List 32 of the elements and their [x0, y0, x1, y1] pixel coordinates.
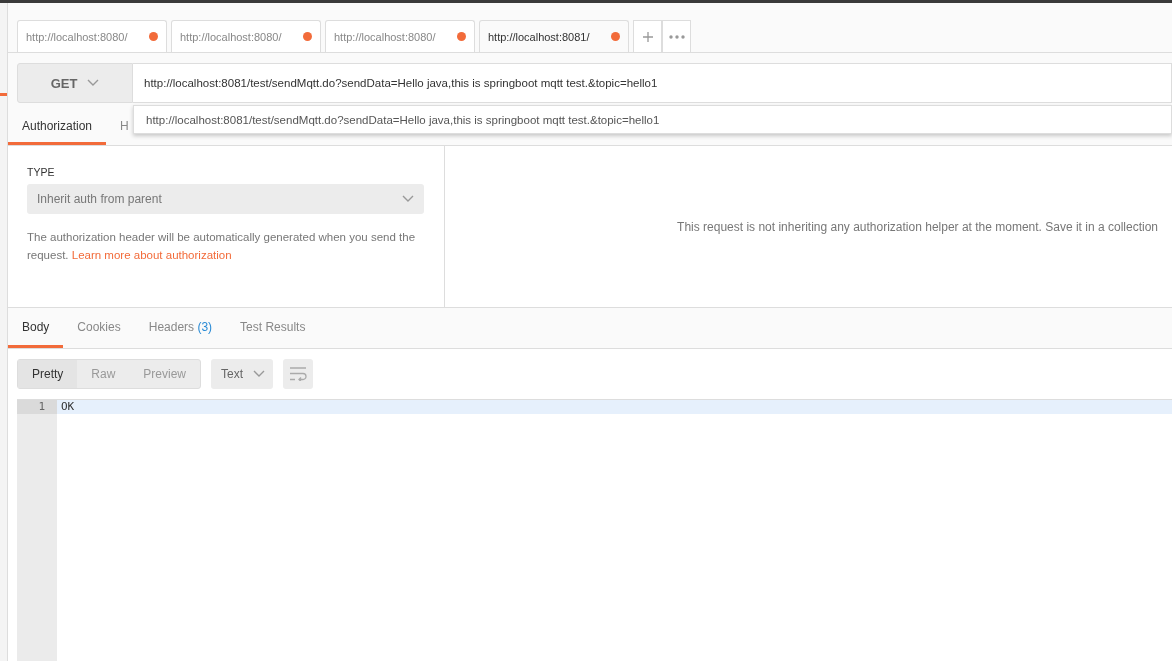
response-tab[interactable]: Test Results [226, 308, 320, 348]
suggestion-item[interactable]: http://localhost:8081/test/sendMqtt.do?sendData=Hello java,this is springboot mqtt test.&topic=hello1 [134, 106, 1171, 133]
request-tab[interactable]: http://localhost:8081/ [479, 20, 629, 52]
response-tab[interactable]: Cookies [63, 308, 135, 348]
request-tab[interactable]: http://localhost:8080/ [171, 20, 321, 52]
format-select[interactable]: Text [211, 359, 274, 389]
request-tab[interactable]: http://localhost:8080/ [17, 20, 167, 52]
auth-type-select[interactable]: Inherit auth from parent [27, 184, 424, 214]
auth-message: This request is not inheriting any authorization helper at the moment. Save it in a collection [677, 219, 1158, 234]
code-text: OK [60, 400, 75, 414]
more-tabs-button[interactable] [662, 20, 691, 52]
auth-help-text: The authorization header will be automatically generated when you send the request. Learn more about authorization [27, 230, 417, 263]
more-icon [668, 34, 685, 39]
response-tab[interactable]: Body [8, 308, 64, 348]
chevron-down-icon [253, 370, 266, 378]
method-select[interactable]: GET [17, 63, 133, 103]
url-field[interactable]: http://localhost:8081/test/sendMqtt.do?sendData=Hello java,this is springboot mqtt test.&topic=hello1 [133, 63, 1172, 103]
request-tab[interactable]: http://localhost:8080/ [325, 20, 475, 52]
caret-icon [87, 79, 100, 87]
learn-more-link[interactable]: Learn more about authorization [71, 249, 232, 261]
type-label: TYPE [27, 166, 56, 178]
new-tab-button[interactable] [633, 20, 662, 52]
line-number: 1 [17, 400, 57, 414]
response-tab[interactable]: Headers (3) [134, 308, 227, 348]
view-mode-button[interactable]: Pretty [18, 360, 78, 388]
plus-icon [642, 31, 653, 42]
view-mode-button[interactable]: Preview [129, 360, 201, 388]
wrap-icon [289, 367, 308, 381]
wrap-lines-button[interactable] [283, 359, 314, 389]
view-mode-button[interactable]: Raw [77, 360, 130, 388]
section-tab[interactable]: Authorization [8, 110, 107, 145]
chevron-down-icon [402, 195, 414, 203]
